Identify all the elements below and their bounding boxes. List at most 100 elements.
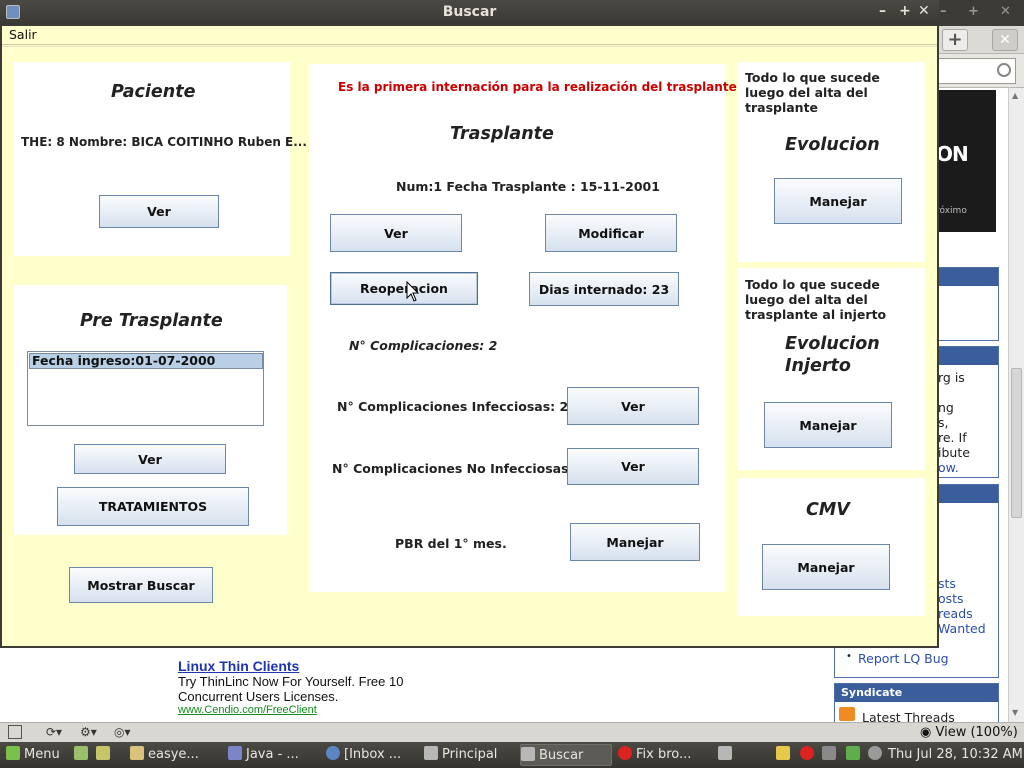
menubar: Salir: [2, 26, 937, 45]
terminal-icon[interactable]: [73, 746, 88, 760]
mostrar-buscar-button[interactable]: Mostrar Buscar: [69, 567, 213, 603]
sidebar-text: ng: [938, 400, 954, 415]
evolucion-injerto-manejar-button[interactable]: Manejar: [764, 402, 892, 448]
eclipse-icon: [228, 746, 242, 760]
browser-close-button[interactable]: ✕: [1000, 4, 1011, 19]
trasplante-ver-button[interactable]: Ver: [330, 214, 462, 252]
close-button[interactable]: ✕: [918, 3, 930, 19]
scrollbar-thumb[interactable]: [1011, 368, 1022, 518]
sidebar-link[interactable]: reads: [938, 606, 973, 621]
sidebar-toggle-icon[interactable]: [8, 725, 22, 739]
taskbar-item-easye[interactable]: easye...: [130, 744, 220, 766]
sidebar-link[interactable]: ow.: [938, 460, 959, 475]
evolucion-injerto-desc: trasplante al injerto: [745, 307, 887, 322]
evolucion-injerto-desc: Todo lo que sucede: [745, 277, 880, 292]
taskbar-item-label: [Inbox ...: [344, 747, 402, 762]
browser-minimize-button[interactable]: –: [940, 4, 947, 19]
cmv-title: CMV: [806, 500, 850, 520]
sidebar-text: s,: [938, 415, 949, 430]
maximize-button[interactable]: +: [899, 3, 911, 19]
taskbar-item-label: easye...: [148, 747, 199, 762]
evolucion-panel: Todo lo que sucede luego del alta del tr…: [737, 62, 925, 262]
taskbar-item-java[interactable]: Java - ...: [228, 744, 318, 766]
paciente-panel: Paciente THE: 8 Nombre: BICA COITINHO Ru…: [14, 62, 307, 256]
paciente-ver-button[interactable]: Ver: [99, 195, 219, 228]
pbr-label: PBR del 1° mes.: [395, 536, 507, 551]
sidebar-link[interactable]: Wanted: [938, 621, 986, 636]
volume-tray-icon[interactable]: [868, 746, 882, 760]
menubar-separator: [2, 46, 937, 47]
sync-icon[interactable]: ⟳▾: [46, 725, 62, 739]
mint-logo-icon: [6, 746, 20, 760]
zoom-indicator[interactable]: ◉ View (100%): [920, 725, 1018, 740]
update-tray-icon[interactable]: [846, 746, 860, 760]
dias-internado-button[interactable]: Dias internado: 23: [529, 272, 679, 306]
cmv-manejar-button[interactable]: Manejar: [762, 544, 890, 590]
sidebar-link[interactable]: osts: [938, 591, 964, 606]
sidebar-text: re. If: [938, 430, 967, 445]
browser-scrollbar[interactable]: ▲ ▼: [1008, 88, 1024, 722]
close-tab-button[interactable]: ✕: [992, 29, 1018, 51]
taskbar-item-principal[interactable]: Principal: [424, 744, 516, 766]
infecciosas-ver-button[interactable]: Ver: [567, 387, 699, 425]
scroll-down-icon[interactable]: ▼: [1012, 708, 1018, 717]
banner-ad-subtext: róximo: [936, 206, 967, 216]
buscar-dialog: Buscar – + ✕ Salir Paciente THE: 8 Nombr…: [0, 0, 939, 648]
sidebar-link[interactable]: sts: [938, 576, 956, 591]
tratamientos-button[interactable]: TRATAMIENTOS: [57, 487, 249, 526]
network-icon[interactable]: ⚙▾: [80, 725, 97, 739]
notes-tray-icon[interactable]: [776, 746, 790, 760]
trasplante-panel: Es la primera internación para la realiz…: [309, 64, 737, 592]
text-ad: Linux Thin Clients Try ThinLinc Now For …: [178, 658, 478, 716]
pre-trasplante-ver-button[interactable]: Ver: [74, 444, 226, 474]
evolucion-injerto-desc: luego del alta del: [745, 292, 868, 307]
shield-tray-icon[interactable]: [822, 746, 836, 760]
opera-tray-icon[interactable]: [800, 746, 814, 760]
syndicate-header: Syndicate: [835, 684, 998, 702]
trasplante-title: Trasplante: [450, 124, 554, 144]
taskbar-item-label: Principal: [442, 747, 498, 762]
ad-title-link[interactable]: Linux Thin Clients: [178, 658, 478, 674]
dialog-titlebar: Buscar – + ✕: [0, 0, 939, 26]
menu-salir[interactable]: Salir: [9, 27, 37, 42]
taskbar-item-buscar[interactable]: Buscar: [520, 744, 612, 766]
complicaciones-infecciosas-label: N° Complicaciones Infecciosas: 2: [337, 399, 569, 414]
report-bug-link[interactable]: Report LQ Bug: [858, 651, 949, 666]
trasplante-num-fecha: Num:1 Fecha Trasplante : 15-11-2001: [396, 179, 660, 194]
list-item[interactable]: Fecha ingreso:01-07-2000: [29, 353, 263, 369]
evolucion-manejar-button[interactable]: Manejar: [774, 178, 902, 224]
java-tray-icon[interactable]: [718, 746, 732, 760]
ingreso-list[interactable]: Fecha ingreso:01-07-2000: [27, 351, 264, 426]
taskbar-menu-button[interactable]: Menu: [6, 744, 126, 766]
evolucion-injerto-title: Evolucion: [785, 334, 880, 354]
banner-ad[interactable]: ON róximo: [936, 90, 996, 232]
mouse-cursor-icon: [406, 281, 420, 302]
folder-icon: [130, 746, 144, 760]
ad-url-link[interactable]: www.Cendio.com/FreeClient: [178, 704, 478, 716]
browser-navbar: [936, 54, 1024, 88]
scroll-up-icon[interactable]: ▲: [1012, 91, 1018, 100]
minimize-button[interactable]: –: [879, 3, 886, 19]
complicaciones-label: N° Complicaciones: 2: [349, 338, 498, 353]
pbr-manejar-button[interactable]: Manejar: [570, 523, 700, 561]
no-infecciosas-ver-button[interactable]: Ver: [567, 448, 699, 485]
dialog-title: Buscar: [442, 4, 497, 20]
search-icon[interactable]: [997, 63, 1011, 77]
pre-trasplante-title: Pre Trasplante: [80, 311, 223, 331]
taskbar-item-inbox[interactable]: [Inbox ...: [326, 744, 416, 766]
files-icon[interactable]: [95, 746, 110, 760]
taskbar-clock[interactable]: Thu Jul 28, 10:32 AM: [888, 744, 1023, 766]
reoperacion-button[interactable]: Reoperacion: [330, 272, 478, 305]
trasplante-notice: Es la primera internación para la realiz…: [338, 80, 737, 94]
browser-search-input[interactable]: [936, 58, 1016, 84]
paciente-title: Paciente: [111, 82, 196, 102]
new-tab-button[interactable]: +: [942, 29, 968, 51]
mail-icon: [326, 746, 340, 760]
evolucion-injerto-panel: Todo lo que sucede luego del alta del tr…: [737, 268, 925, 470]
shield-icon[interactable]: ◎▾: [114, 725, 131, 739]
browser-maximize-button[interactable]: +: [968, 4, 979, 19]
ad-line: Concurrent Users Licenses.: [178, 689, 339, 704]
modificar-button[interactable]: Modificar: [545, 214, 677, 252]
cmv-panel: CMV Manejar: [737, 478, 925, 616]
taskbar-item-fix[interactable]: Fix bro...: [618, 744, 714, 766]
